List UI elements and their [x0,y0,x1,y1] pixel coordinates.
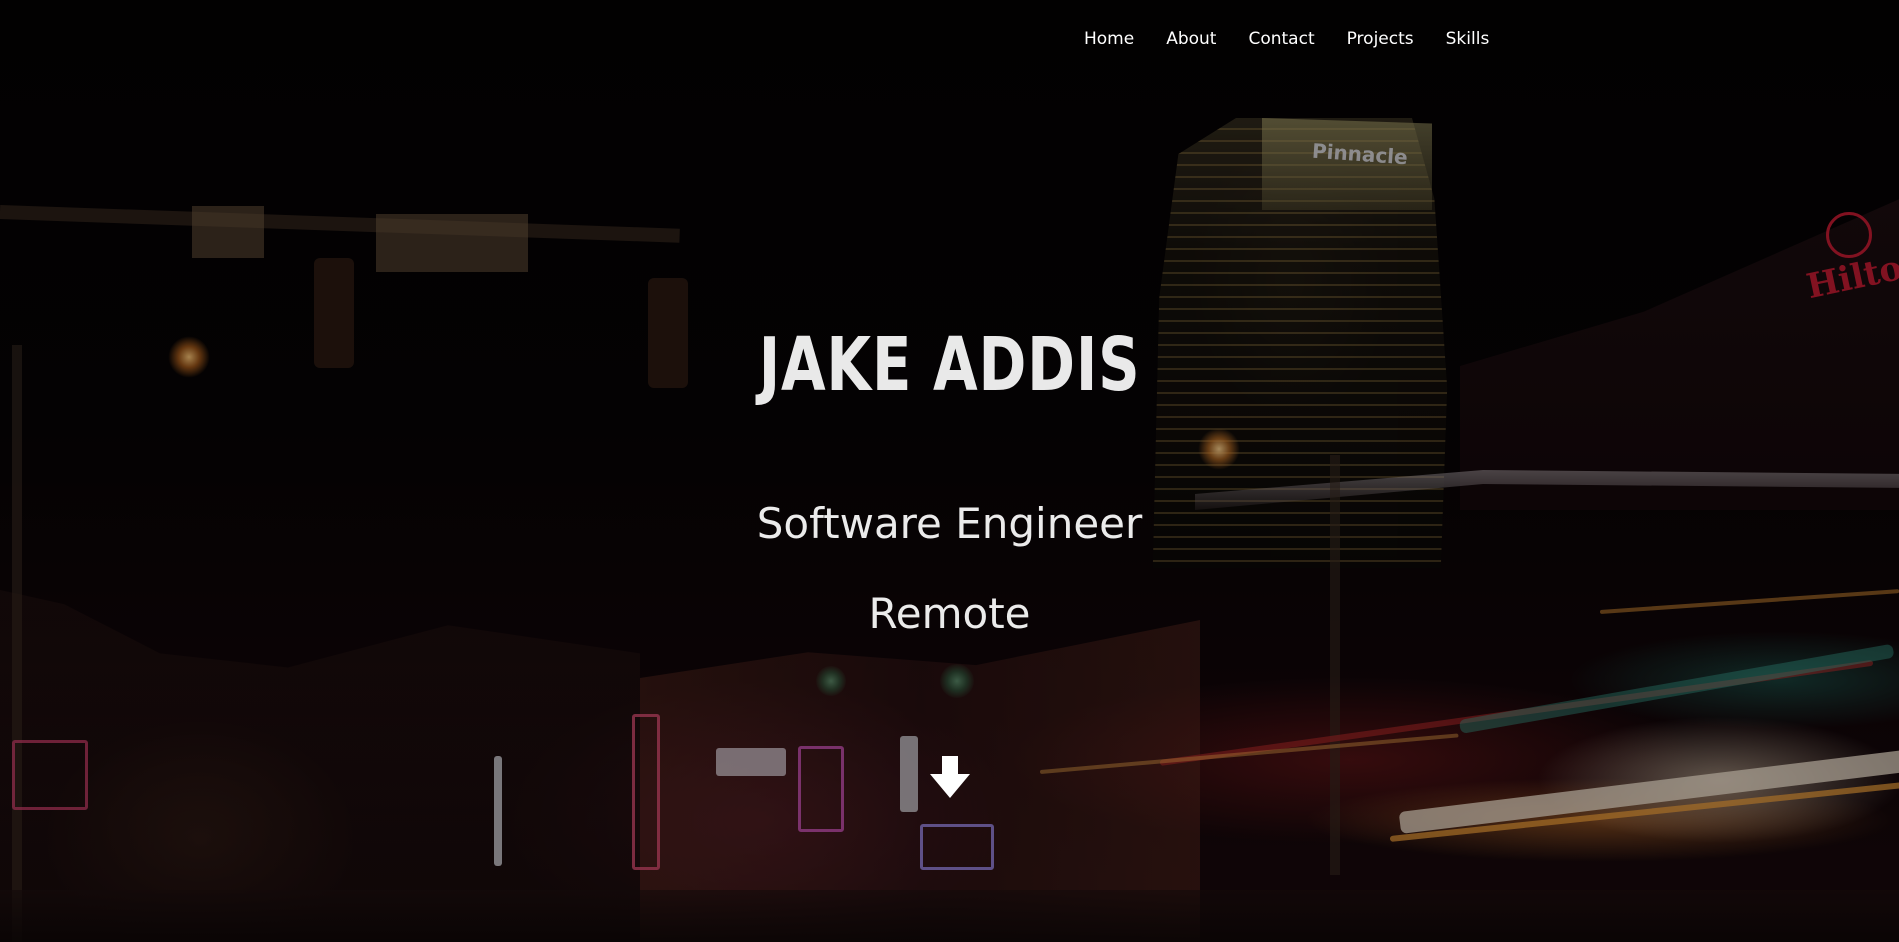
nav-link-projects[interactable]: Projects [1347,27,1414,51]
hero-section: Pinnacle Hilton Home About Contact Proje… [0,0,1899,942]
hero-name: JAKE ADDIS [758,322,1141,408]
nav-link-home[interactable]: Home [1084,27,1134,51]
hero-job-title: Software Engineer [756,499,1143,548]
scroll-down-button[interactable] [930,756,970,798]
nav-link-contact[interactable]: Contact [1248,27,1314,51]
main-nav: Home About Contact Projects Skills [1084,27,1489,51]
hero-location: Remote [868,589,1031,638]
nav-link-skills[interactable]: Skills [1446,27,1490,51]
arrow-down-icon [930,756,970,798]
dark-overlay [0,0,1899,942]
nav-link-about[interactable]: About [1166,27,1216,51]
